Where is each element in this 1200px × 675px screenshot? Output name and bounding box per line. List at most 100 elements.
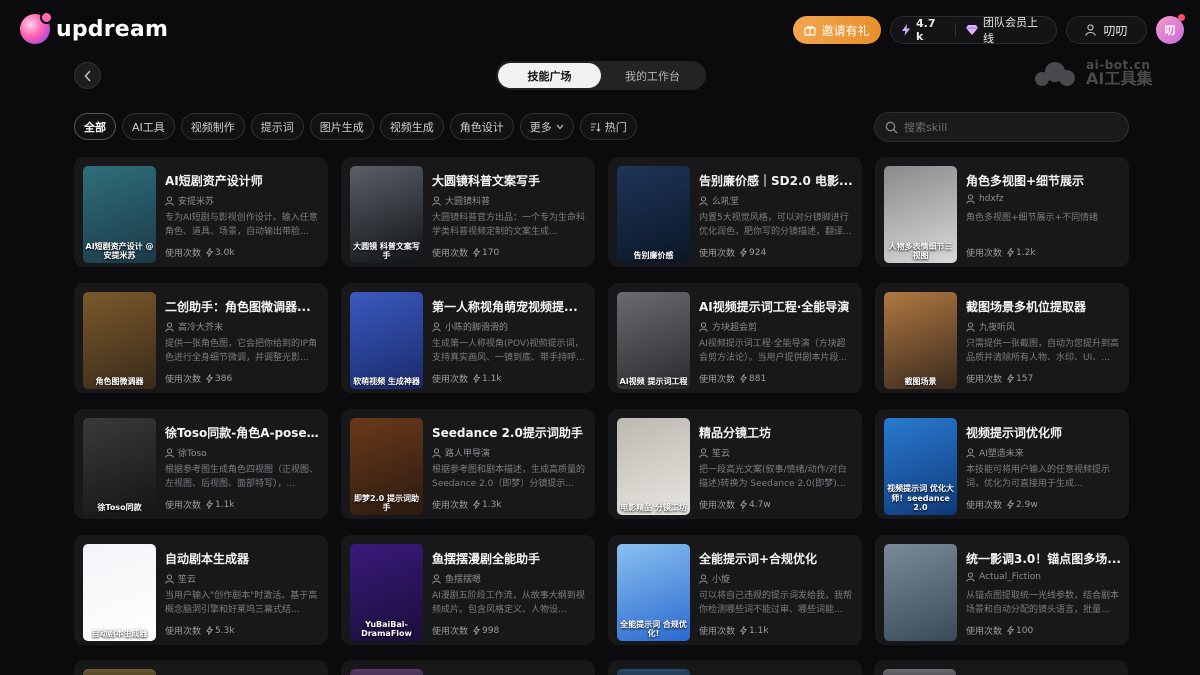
skill-author: Actual_Fiction — [966, 572, 1121, 582]
filter-more-dropdown[interactable]: 更多 — [519, 113, 574, 140]
author-name: 笙云 — [712, 449, 731, 459]
lightning-icon — [1007, 500, 1015, 509]
usage-label: 使用次数 — [966, 249, 1003, 259]
category-filters: 全部 AI工具 视频制作 提示词 图片生成 视频生成 角色设计 更多 热门 — [74, 113, 637, 141]
chevron-left-icon — [83, 69, 92, 82]
card-peek[interactable] — [74, 660, 328, 675]
skill-card[interactable]: 角色图微调器 二创助手：角色图微调器... 高冷大芥末 提供一张角色图，它会把你… — [74, 283, 328, 393]
gift-icon — [804, 24, 817, 36]
tab-my-workspace[interactable]: 我的工作台 — [601, 63, 704, 88]
invite-button[interactable]: 邀请有礼 — [793, 16, 881, 44]
usage-stats: 使用次数 2.9w — [966, 498, 1038, 512]
usage-count: 924 — [749, 247, 767, 258]
card-peek[interactable] — [608, 660, 862, 675]
skill-thumbnail: 即梦2.0 提示词助手 — [350, 418, 423, 515]
filter-prompts[interactable]: 提示词 — [250, 113, 304, 140]
search-box[interactable] — [874, 112, 1129, 142]
skill-card[interactable]: 告别廉价感 告别廉价感｜SD2.0 电影... 么吼堂 内置5大视觉风格，可以对… — [608, 157, 862, 267]
skill-author: AI塑造未来 — [966, 446, 1121, 459]
user-icon — [432, 321, 441, 332]
skill-author: 徐Toso — [165, 446, 320, 459]
avatar[interactable]: 叨 — [1156, 14, 1185, 44]
card-peek[interactable] — [341, 660, 595, 675]
skill-thumbnail: AI视频 提示词工程 — [617, 292, 690, 389]
lightning-icon — [473, 374, 481, 383]
skill-card[interactable]: 徐Toso同款 徐Toso同款-角色A-pose四... 徐Toso 根据参考图… — [74, 409, 328, 519]
skill-author: 高冷大芥末 — [165, 320, 320, 333]
usage-count: 5.3k — [215, 625, 235, 636]
search-input[interactable] — [904, 120, 1104, 134]
skill-card[interactable]: 即梦2.0 提示词助手 Seedance 2.0提示词助手 路人甲导演 根据参考… — [341, 409, 595, 519]
skill-author: 方块超会剪 — [699, 320, 854, 333]
watermark-logo-icon — [1035, 58, 1081, 88]
skill-card[interactable]: 电影精品 分镜工坊 精品分镜工坊 笙云 把一段高光文案(叙事/情绪/动作/对白描… — [608, 409, 862, 519]
author-name: 么吼堂 — [712, 197, 740, 207]
user-icon — [432, 195, 441, 206]
thumbnail-caption: 徐Toso同款 — [97, 503, 142, 513]
back-button[interactable] — [74, 62, 101, 89]
lightning-icon — [473, 626, 481, 635]
logo-mark-icon — [20, 11, 53, 44]
filter-ai-tools[interactable]: AI工具 — [122, 113, 175, 140]
lightning-icon — [740, 248, 748, 257]
skill-thumbnail: 徐Toso同款 — [83, 418, 156, 515]
skill-card[interactable]: 自动剧本生成器 自动剧本生成器 笙云 当用户输入"创作剧本"时激活。基于高概念脑… — [74, 535, 328, 645]
thumbnail-caption: 截图场景 — [904, 377, 937, 387]
thumbnail-caption: 告别廉价感 — [633, 251, 674, 261]
skill-title: 大圆镜科普文案写手 — [432, 174, 541, 188]
usage-count: 4.7w — [749, 499, 771, 510]
points-display[interactable]: 4.7 k — [891, 17, 955, 43]
user-icon — [699, 573, 708, 584]
usage-label: 使用次数 — [432, 501, 469, 511]
skill-title: 自动剧本生成器 — [165, 552, 250, 566]
skill-card[interactable]: YuBaiBai-DramaFlow 鱼摆摆漫剧全能助手 鱼摆摆嗯 AI漫剧五阶… — [341, 535, 595, 645]
user-icon — [966, 321, 975, 332]
skill-card[interactable]: AI短剧资产设计 @安提米苏 AI短剧资产设计师 安提米苏 专为AI短剧与影视创… — [74, 157, 328, 267]
user-icon — [165, 573, 174, 584]
user-icon — [1085, 24, 1097, 36]
skill-card[interactable]: 统一影调3.0！锚点图多场... Actual_Fiction 从锚点图提取统一… — [875, 535, 1129, 645]
skill-card[interactable]: 全能提示词 合规优化! 全能提示词+合规优化 小旋 可以将自己违规的提示词发给我… — [608, 535, 862, 645]
skill-title: 角色多视图+细节展示 — [966, 174, 1085, 188]
skill-description: 内置5大视觉风格，可以对分镜脚进行优化润色，肥你写的分镜描述，翻译... — [699, 213, 852, 237]
skill-thumbnail: 全能提示词 合规优化! — [617, 544, 690, 641]
filter-image-generation[interactable]: 图片生成 — [309, 113, 374, 140]
sort-hot-button[interactable]: 热门 — [579, 113, 637, 140]
user-menu[interactable]: 叨叨 — [1066, 16, 1147, 44]
skill-description: AI漫剧五阶段工作流，从故事大纲到视频成片。包含风格定义、人物设... — [432, 591, 585, 615]
skill-thumbnail: 软萌视频 生成神器 — [350, 292, 423, 389]
skill-card[interactable]: 视频提示词 优化大师！seedance 2.0 视频提示词优化师 AI塑造未来 … — [875, 409, 1129, 519]
skill-card[interactable]: 大圆镜 科普文案写手 大圆镜科普文案写手 大圆镜科普 大圆镜科普官方出品：一个专… — [341, 157, 595, 267]
skill-title: Seedance 2.0提示词助手 — [432, 426, 583, 440]
top-bar: updream 邀请有礼 4.7 k 团队会员上线 叨叨 叨 — [0, 0, 1200, 60]
skill-card[interactable]: 软萌视频 生成神器 第一人称视角萌宠视频提... 小陈的脚滑滑的 生成第一人称视… — [341, 283, 595, 393]
lightning-icon — [1007, 626, 1015, 635]
chevron-down-icon — [556, 124, 564, 130]
filter-character-design[interactable]: 角色设计 — [449, 113, 514, 140]
card-peek[interactable] — [874, 660, 1128, 675]
watermark-name: AI工具集 — [1086, 69, 1153, 88]
filter-label: 全部 — [84, 120, 106, 134]
usage-label: 使用次数 — [165, 627, 202, 637]
tab-skill-plaza[interactable]: 技能广场 — [498, 63, 601, 88]
usage-stats: 使用次数 157 — [966, 372, 1033, 386]
skill-description: 根据参考图生成角色四视图（正视图、左视图、后视图、面部特写），... — [165, 465, 319, 489]
team-membership-link[interactable]: 团队会员上线 — [956, 16, 1056, 45]
skill-card[interactable]: AI视频 提示词工程 AI视频提示词工程·全能导演 方块超会剪 AI视频提示词工… — [608, 283, 862, 393]
usage-stats: 使用次数 998 — [432, 624, 499, 638]
usage-count: 881 — [749, 373, 767, 384]
usage-count: 1.1k — [749, 625, 769, 636]
lightning-icon — [901, 24, 911, 36]
skill-card[interactable]: 截图场景 截图场景多机位提取器 九夜听风 只需提供一张截图，自动为您提升到高品质… — [875, 283, 1129, 393]
skill-card[interactable]: 人物多表情细节三视图 角色多视图+细节展示 hdxfz 角色多视图+细节展示+不… — [875, 157, 1129, 267]
lightning-icon — [740, 626, 748, 635]
thumbnail-caption: 大圆镜 科普文案写手 — [353, 241, 420, 261]
usage-stats: 使用次数 3.0k — [165, 246, 235, 260]
thumbnail-caption: 即梦2.0 提示词助手 — [354, 493, 419, 513]
lightning-icon — [740, 374, 748, 383]
filter-video-generation[interactable]: 视频生成 — [379, 113, 444, 140]
brand-logo[interactable]: updream — [20, 11, 168, 44]
filter-all[interactable]: 全部 — [74, 113, 116, 140]
filter-video-production[interactable]: 视频制作 — [180, 113, 245, 140]
skill-title: 视频提示词优化师 — [966, 426, 1063, 440]
